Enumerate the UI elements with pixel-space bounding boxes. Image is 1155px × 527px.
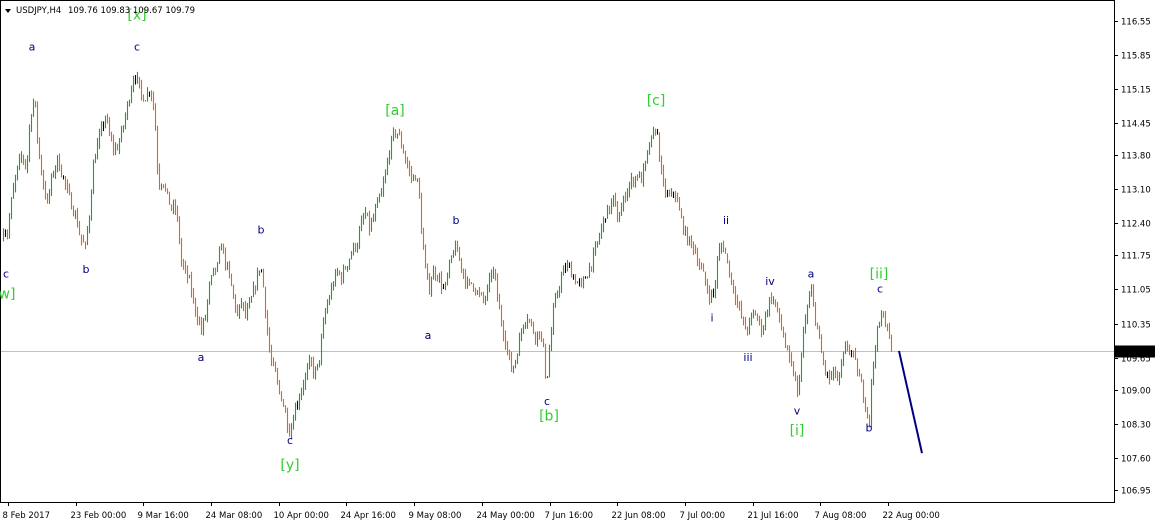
x-tick-label: 24 May 00:00 [477,511,535,521]
y-tick-label: 107.60 [1121,455,1151,465]
y-tick-label: 109.00 [1121,387,1151,397]
chart-header: USDJPY,H4 109.76 109.83 109.67 109.79 [5,6,195,16]
x-tick-label: 22 Aug 00:00 [883,511,940,521]
wave-label-minor[interactable]: iii [743,351,752,364]
x-tick-label: 22 Jun 08:00 [612,511,666,521]
x-tick-label: 23 Feb 00:00 [71,511,127,521]
wave-label-minor[interactable]: c [134,40,140,53]
y-tick-label: 113.80 [1121,152,1151,162]
x-tick-label: 7 Aug 08:00 [815,511,867,521]
current-price-label: 109.79 [1120,348,1150,358]
y-tick-label: 106.95 [1121,487,1151,497]
y-tick-label: 115.85 [1121,52,1151,62]
wave-label-minor[interactable]: i [710,312,713,325]
wave-label-major[interactable]: [a] [385,103,405,119]
y-tick-label: 116.55 [1121,18,1151,28]
y-tick-label: 113.10 [1121,186,1151,196]
time-axis[interactable]: 8 Feb 2017 23 Feb 00:00 9 Mar 16:00 24 Mar … [3,502,940,521]
y-tick-label: 112.40 [1121,220,1151,230]
wave-label-minor[interactable]: v [794,405,801,418]
header-symbol: USDJPY,H4 109.76 109.83 109.67 109.79 [16,6,195,16]
wave-label-minor[interactable]: a [808,268,815,281]
wave-label-major[interactable]: [c] [647,93,666,109]
wave-label-major[interactable]: [ii] [870,267,889,283]
x-tick-label: 9 Mar 16:00 [138,511,189,521]
wave-label-minor[interactable]: b [258,224,265,237]
x-tick-label: 7 Jun 16:00 [545,511,594,521]
y-tick-label: 111.75 [1121,252,1151,262]
wave-label-minor[interactable]: b [83,263,90,276]
plot-frame [0,0,1115,503]
x-tick-label: 8 Feb 2017 [3,511,51,521]
wave-label-minor[interactable]: b [866,422,873,435]
x-tick-label: 7 Jul 00:00 [680,511,726,521]
wave-label-minor[interactable]: ii [723,214,729,227]
price-chart[interactable]: acw]b[x]cabc[y][a]abc[b][c]iiiiiiivv[i]a… [0,0,1155,527]
y-tick-label: 110.35 [1121,321,1151,331]
wave-label-minor[interactable]: a [425,329,432,342]
wave-label-major[interactable]: [y] [280,457,299,473]
y-tick-label: 108.30 [1121,421,1151,431]
x-tick-label: 10 Apr 00:00 [274,511,329,521]
wave-label-minor[interactable]: c [3,268,9,281]
x-tick-label: 21 Jul 16:00 [748,511,799,521]
wave-label-major[interactable]: w] [0,286,15,302]
wave-label-minor[interactable]: iv [765,275,775,288]
wave-label-minor[interactable]: c [877,282,883,295]
wave-label-minor[interactable]: c [287,434,293,447]
wave-label-minor[interactable]: c [544,395,550,408]
wave-label-minor[interactable]: a [198,351,205,364]
wave-label-major[interactable]: [i] [790,423,805,439]
wave-label-major[interactable]: [b] [539,408,559,424]
y-tick-label: 114.45 [1121,120,1151,130]
chart-window[interactable]: a c w] b [x] c a b c [y] [a] a b c [b] [c] ii i iii iv v [i] a… [0,0,1155,527]
y-tick-label: 111.05 [1121,286,1151,296]
x-tick-label: 24 Apr 16:00 [341,511,396,521]
x-tick-label: 9 May 08:00 [409,511,462,521]
y-tick-label: 115.15 [1121,86,1151,96]
wave-label-minor[interactable]: b [453,214,460,227]
price-axis[interactable]: 116.55 115.85 115.15 114.45 113.80 113.10 112.… [1114,18,1155,497]
wave-label-minor[interactable]: a [29,40,36,53]
x-tick-label: 24 Mar 08:00 [206,511,263,521]
